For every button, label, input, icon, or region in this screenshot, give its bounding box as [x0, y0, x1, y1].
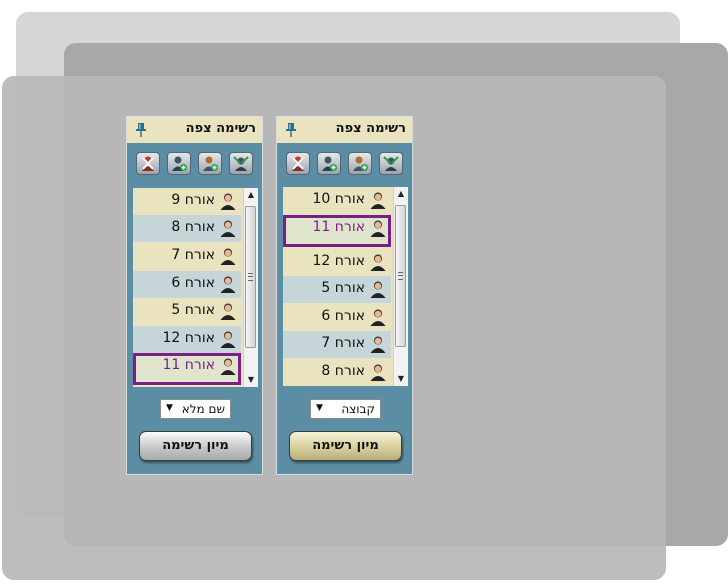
list-item[interactable]: אורח 7 [133, 243, 241, 270]
list-item-selected[interactable]: אורח 11 [283, 215, 391, 247]
remove-user-button[interactable] [286, 152, 310, 175]
guest-list[interactable]: אורח 10 אורח 11 אורח 12 אורח 5 אורח 6 או… [283, 187, 408, 386]
pin-icon[interactable] [283, 121, 299, 139]
chevron-down-icon: ▼ [316, 403, 323, 413]
person-icon [220, 303, 236, 320]
list-item-label: אורח 5 [171, 302, 215, 318]
person-icon [370, 220, 386, 237]
scroll-up-arrow[interactable]: ▲ [244, 188, 258, 202]
person-icon [370, 336, 386, 353]
scroll-up-arrow[interactable]: ▲ [394, 187, 408, 201]
list-toolbar [277, 152, 412, 176]
list-item[interactable]: אורח 12 [283, 249, 391, 276]
list-item-label: אורח 7 [171, 247, 215, 263]
list-item[interactable]: אורח 6 [283, 304, 391, 331]
list-item-label: אורח 12 [312, 253, 366, 269]
list-item[interactable]: אורח 8 [133, 215, 241, 242]
remove-user-icon [142, 156, 154, 171]
list-item-label: אורח 11 [312, 219, 366, 235]
sort-list-label: מיון רשימה [162, 438, 229, 453]
guest-list[interactable]: אורח 9 אורח 8 אורח 7 אורח 6 אורח 5 אורח … [133, 188, 258, 387]
add-user-button[interactable] [317, 152, 341, 175]
list-item[interactable]: אורח 5 [133, 298, 241, 325]
panel-title: רשימה צפה [335, 121, 406, 136]
sort-list-label: מיון רשימה [312, 438, 379, 453]
person-icon [220, 248, 236, 265]
list-item-label: אורח 6 [321, 308, 365, 324]
list-item-label: אורח 12 [162, 330, 216, 346]
list-item[interactable]: אורח 5 [283, 276, 391, 303]
filter-users-icon [233, 156, 249, 171]
list-item-label: אורח 5 [321, 280, 365, 296]
person-icon [220, 331, 236, 348]
list-item-label: אורח 7 [321, 335, 365, 351]
list-toolbar [127, 152, 262, 176]
sort-field-select[interactable]: שם מלא ▼ [160, 399, 231, 419]
list-scrollbar[interactable]: ▲ ▼ [393, 187, 408, 386]
list-item[interactable]: אורח 6 [133, 271, 241, 298]
add-user-icon [322, 156, 337, 171]
filter-users-button[interactable] [379, 152, 403, 175]
list-item-label: אורח 11 [162, 357, 216, 373]
sort-list-button[interactable]: מיון רשימה [289, 431, 402, 461]
list-item-selected[interactable]: אורח 11 [133, 353, 241, 385]
floating-list-panel-right: רשימה צפה אורח 10 אורח 11 אורח 12 אורח 5… [276, 116, 413, 475]
list-item-label: אורח 6 [171, 275, 215, 291]
panel-header: רשימה צפה [277, 117, 412, 143]
chevron-down-icon: ▼ [166, 403, 173, 413]
scroll-down-arrow[interactable]: ▼ [244, 373, 258, 387]
list-item[interactable]: אורח 7 [283, 331, 391, 358]
remove-user-icon [292, 156, 304, 171]
pin-icon[interactable] [133, 121, 149, 139]
person-icon [370, 192, 386, 209]
list-item-label: אורח 8 [171, 219, 215, 235]
list-item-label: אורח 10 [312, 191, 366, 207]
add-guest-button[interactable] [348, 152, 372, 175]
add-guest-icon [353, 156, 368, 171]
panel-title: רשימה צפה [185, 121, 256, 136]
list-scrollbar[interactable]: ▲ ▼ [243, 188, 258, 387]
person-icon [370, 254, 386, 271]
panel-header: רשימה צפה [127, 117, 262, 143]
sort-field-select[interactable]: קבוצה ▼ [310, 399, 381, 419]
add-guest-icon [203, 156, 218, 171]
scroll-grip [398, 272, 403, 280]
person-icon [370, 309, 386, 326]
list-item-label: אורח 8 [321, 363, 365, 379]
filter-users-icon [383, 156, 399, 171]
person-icon [220, 358, 236, 375]
add-user-button[interactable] [167, 152, 191, 175]
person-icon [220, 220, 236, 237]
sort-field-value: שם מלא [181, 402, 225, 416]
floating-list-panel-left: רשימה צפה אורח 9 אורח 8 אורח 7 אורח 6 או… [126, 116, 263, 475]
add-user-icon [172, 156, 187, 171]
scroll-thumb[interactable] [395, 205, 406, 347]
list-item-label: אורח 9 [171, 192, 215, 208]
scroll-grip [248, 273, 253, 281]
scroll-down-arrow[interactable]: ▼ [394, 372, 408, 386]
person-icon [370, 364, 386, 381]
add-guest-button[interactable] [198, 152, 222, 175]
list-item[interactable]: אורח 12 [133, 326, 241, 353]
person-icon [220, 193, 236, 210]
sort-list-button[interactable]: מיון רשימה [139, 431, 252, 461]
scroll-thumb[interactable] [245, 206, 256, 348]
filter-users-button[interactable] [229, 152, 253, 175]
person-icon [370, 281, 386, 298]
list-item[interactable]: אורח 10 [283, 187, 391, 214]
sort-field-value: קבוצה [341, 402, 375, 416]
person-icon [220, 276, 236, 293]
list-item[interactable]: אורח 9 [133, 188, 241, 215]
list-item[interactable]: אורח 8 [283, 359, 391, 386]
remove-user-button[interactable] [136, 152, 160, 175]
